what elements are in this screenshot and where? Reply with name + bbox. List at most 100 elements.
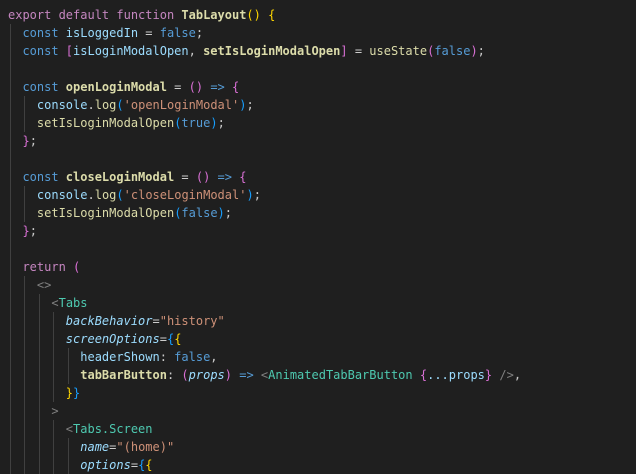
- code-token: "history": [159, 314, 225, 328]
- code-line[interactable]: const isLoggedIn = false;: [8, 24, 636, 42]
- code-token: false: [174, 350, 211, 364]
- code-token: openLoginModal: [65, 80, 167, 94]
- code-line[interactable]: setIsLoginModalOpen(true);: [8, 114, 636, 132]
- code-line[interactable]: export default function TabLayout() {: [8, 6, 636, 24]
- code-token: ): [217, 206, 225, 220]
- code-token: =: [138, 26, 160, 40]
- code-line[interactable]: console.log('openLoginModal');: [8, 96, 636, 114]
- code-token: true: [181, 116, 211, 130]
- code-token: TabLayout: [181, 8, 247, 22]
- code-token: (): [188, 80, 204, 94]
- code-line[interactable]: console.log('closeLoginModal');: [8, 186, 636, 204]
- code-line[interactable]: backBehavior="history": [8, 312, 636, 330]
- code-line[interactable]: <Tabs.Screen: [8, 420, 636, 438]
- code-token: backBehavior: [65, 314, 153, 328]
- code-token: .: [87, 98, 95, 112]
- code-token: (: [73, 260, 81, 274]
- code-line[interactable]: };: [8, 222, 636, 240]
- code-token: ): [210, 116, 218, 130]
- code-token: =>: [203, 80, 232, 94]
- code-token: false: [181, 206, 218, 220]
- code-token: :: [159, 350, 175, 364]
- code-token: ): [470, 44, 478, 58]
- code-token: (: [181, 368, 189, 382]
- code-token: >: [51, 404, 59, 418]
- code-token: {: [232, 80, 240, 94]
- code-token: log: [94, 188, 117, 202]
- code-line[interactable]: name="(home)": [8, 438, 636, 456]
- code-token: const: [8, 44, 66, 58]
- code-token: ): [246, 188, 254, 202]
- code-token: ;: [246, 98, 254, 112]
- code-line[interactable]: options={{: [8, 456, 636, 474]
- code-token: return: [8, 260, 74, 274]
- code-token: (): [246, 8, 269, 22]
- code-token: closeLoginModal: [65, 170, 175, 184]
- code-token: isLoggedIn: [65, 26, 139, 40]
- code-token: <: [65, 422, 74, 436]
- code-token: />: [492, 368, 514, 382]
- code-token: (: [116, 188, 124, 202]
- code-token: :: [166, 368, 182, 382]
- code-token: =>: [210, 170, 240, 184]
- code-token: =: [166, 80, 189, 94]
- code-line[interactable]: [8, 150, 636, 168]
- code-line[interactable]: tabBarButton: (props) => <AnimatedTabBar…: [8, 366, 636, 384]
- code-token: }: [22, 134, 30, 148]
- code-token: 'openLoginModal': [123, 98, 240, 112]
- code-line[interactable]: const closeLoginModal = () => {: [8, 168, 636, 186]
- code-token: "(home)": [116, 440, 175, 454]
- code-line[interactable]: return (: [8, 258, 636, 276]
- code-token: setIsLoginModalOpen: [203, 44, 341, 58]
- code-token: Tabs: [58, 296, 88, 310]
- code-line[interactable]: const openLoginModal = () => {: [8, 78, 636, 96]
- code-token: (: [116, 98, 124, 112]
- code-token: [: [65, 44, 74, 58]
- code-token: ,: [513, 368, 522, 382]
- code-line[interactable]: <Tabs: [8, 294, 636, 312]
- code-line[interactable]: screenOptions={{: [8, 330, 636, 348]
- code-line[interactable]: };: [8, 132, 636, 150]
- code-token: export default function: [8, 8, 182, 22]
- code-token: const: [8, 26, 66, 40]
- code-token: {: [174, 332, 182, 346]
- code-token: headerShown: [8, 350, 160, 364]
- code-line[interactable]: [8, 60, 636, 78]
- code-token: const: [8, 80, 66, 94]
- code-token: tabBarButton: [8, 368, 167, 382]
- code-editor[interactable]: export default function TabLayout() { co…: [0, 0, 636, 474]
- code-token: ;: [217, 116, 225, 130]
- code-token: {: [239, 170, 247, 184]
- code-line[interactable]: setIsLoginModalOpen(false);: [8, 204, 636, 222]
- code-token: ;: [29, 224, 37, 238]
- code-token: const: [8, 170, 66, 184]
- code-token: ...props: [427, 368, 485, 382]
- code-token: AnimatedTabBarButton: [268, 368, 413, 382]
- code-token: Tabs.Screen: [73, 422, 153, 436]
- code-line[interactable]: >: [8, 402, 636, 420]
- code-line[interactable]: }}: [8, 384, 636, 402]
- code-token: ;: [477, 44, 485, 58]
- code-line[interactable]: const [isLoginModalOpen, setIsLoginModal…: [8, 42, 636, 60]
- code-token: 'closeLoginModal': [123, 188, 247, 202]
- code-token: false: [159, 26, 196, 40]
- code-line[interactable]: headerShown: false,: [8, 348, 636, 366]
- code-token: ;: [29, 134, 37, 148]
- code-token: console: [8, 188, 88, 202]
- code-line[interactable]: [8, 240, 636, 258]
- code-line[interactable]: <>: [8, 276, 636, 294]
- code-token: .: [87, 188, 95, 202]
- code-token: console: [8, 98, 88, 112]
